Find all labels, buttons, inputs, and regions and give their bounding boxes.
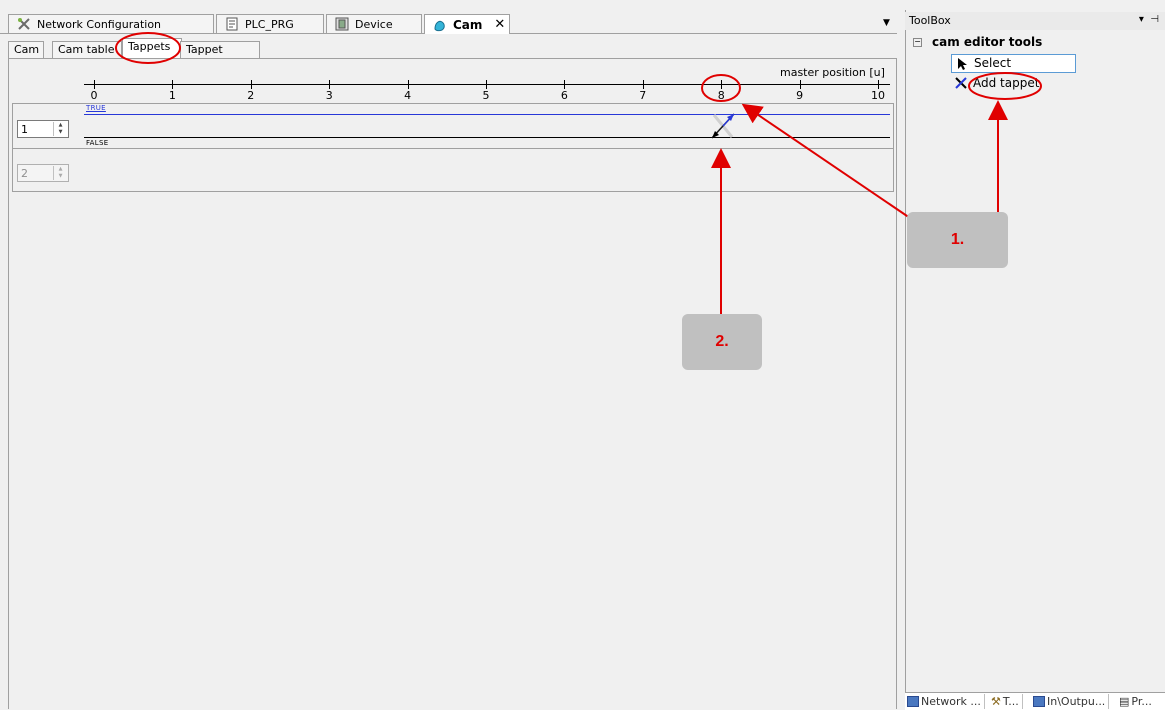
collapse-icon[interactable]: −	[913, 38, 922, 47]
callout-1: 1.	[907, 212, 1008, 268]
track-number-value: 2	[21, 167, 28, 180]
track-number-stepper-disabled: 2 ▲ ▼	[17, 164, 69, 182]
io-icon	[1033, 696, 1045, 707]
subtab-cam-table[interactable]: Cam table	[52, 41, 122, 58]
ruler-tick	[878, 80, 879, 89]
ruler-tick	[564, 80, 566, 89]
tab-network-configuration[interactable]: Network Configuration	[8, 14, 214, 33]
track-number-stepper[interactable]: 1 ▲ ▼	[17, 120, 69, 138]
tab-list-dropdown-icon[interactable]: ▼	[883, 18, 890, 28]
ruler-tick-label: 0	[90, 89, 98, 102]
stepper-arrows-icon: ▲ ▼	[53, 166, 67, 180]
ruler-tick-label: 8	[717, 89, 725, 102]
tab-toolbox-panel[interactable]: ⚒ T...	[991, 694, 1023, 709]
ruler-tick	[329, 80, 331, 89]
panel-menu-pin-icon[interactable]: ▾ ⊣	[1139, 14, 1159, 25]
tab-network-panel[interactable]: Network ...	[907, 694, 985, 709]
close-icon[interactable]: ✕	[494, 17, 505, 32]
ruler-tick	[407, 80, 409, 89]
tab-label: T...	[1002, 695, 1019, 708]
tab-properties-panel[interactable]: ▤ Pr...	[1119, 694, 1155, 709]
stepper-arrows-icon[interactable]: ▲ ▼	[53, 122, 67, 136]
tool-label: Add tappet	[973, 76, 1040, 90]
ruler-tick	[642, 80, 644, 89]
ruler-tick	[250, 80, 252, 89]
ruler-tick	[94, 80, 95, 89]
true-level-line	[84, 114, 890, 115]
select-tool[interactable]: Select	[951, 54, 1076, 73]
panel-tab-bar: Network ... ⚒ T... In\Outpu... ▤ Pr...	[905, 692, 1165, 710]
document-tab-bar: Network Configuration PLC_PRG Device Cam…	[0, 0, 897, 34]
toolbox-header: ToolBox ▾ ⊣	[905, 12, 1165, 30]
tab-label: Pr...	[1131, 695, 1152, 708]
ruler-tick-label: 7	[639, 89, 647, 102]
tab-label: Device	[355, 17, 393, 31]
add-tappet-icon	[955, 77, 967, 89]
pointer-icon	[958, 58, 967, 70]
subtab-tappets[interactable]: Tappets	[122, 38, 182, 58]
ruler-tick	[799, 80, 801, 89]
ruler-tick-label: 1	[168, 89, 176, 102]
toolbox-panel	[905, 10, 1165, 709]
ruler-tick-label: 10	[871, 89, 885, 102]
tappet-switch-arrow-icon[interactable]	[704, 110, 740, 142]
subtab-tappet-table[interactable]: Tappet table	[180, 41, 260, 69]
track-divider	[13, 148, 893, 149]
tab-label: PLC_PRG	[245, 17, 294, 31]
editor-subtab-bar: Cam Cam table Tappets Tappet table	[8, 38, 898, 69]
tab-io-panel[interactable]: In\Outpu...	[1033, 694, 1110, 709]
ruler-axis	[84, 84, 890, 85]
device-icon	[335, 17, 349, 31]
tab-label: Network Configuration	[37, 17, 162, 31]
ruler-tick	[172, 80, 174, 89]
subtab-cam[interactable]: Cam	[8, 41, 44, 58]
tab-label: Cam	[453, 17, 483, 32]
false-level-line	[84, 137, 890, 138]
ruler-tick-label: 5	[482, 89, 490, 102]
toolbox-group-title: cam editor tools	[932, 35, 1043, 49]
tool-label: Select	[974, 56, 1012, 70]
tab-device[interactable]: Device	[326, 14, 422, 33]
false-level-label: FALSE	[86, 139, 109, 147]
true-level-label: TRUE	[86, 104, 106, 112]
tab-label: In\Outpu...	[1047, 695, 1106, 708]
ruler-tick-label: 3	[325, 89, 333, 102]
ruler-tick-label: 9	[796, 89, 804, 102]
network-config-icon	[17, 17, 31, 31]
tab-cam[interactable]: Cam ✕	[424, 14, 510, 34]
tab-plc-prg[interactable]: PLC_PRG	[216, 14, 324, 33]
toolbox-title: ToolBox	[909, 14, 951, 27]
ruler-tick-label: 6	[560, 89, 568, 102]
ruler-title: master position [u]	[780, 66, 885, 79]
track-number-value: 1	[21, 123, 28, 136]
ruler-tick-label: 2	[247, 89, 255, 102]
ruler-tick-label: 4	[404, 89, 412, 102]
ruler-tick	[486, 80, 487, 89]
callout-2: 2.	[682, 314, 762, 370]
cam-icon	[433, 18, 447, 32]
program-icon	[225, 17, 239, 31]
network-icon	[907, 696, 919, 707]
toolbox-icon: ⚒	[991, 695, 1001, 708]
ruler-tick	[721, 80, 723, 89]
add-tappet-tool[interactable]: Add tappet	[951, 74, 1076, 93]
tab-label: Network ...	[921, 695, 981, 708]
properties-icon: ▤	[1119, 695, 1130, 708]
